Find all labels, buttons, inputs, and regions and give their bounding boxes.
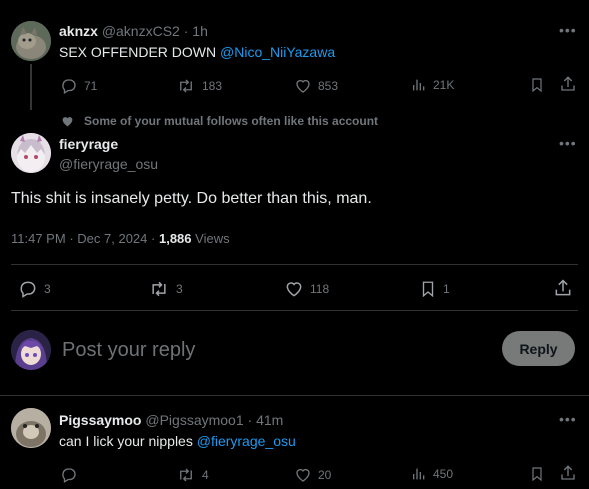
share-button[interactable] [559,75,577,93]
tweet-header: aknzx @aknzxCS2 · 1h [59,23,208,39]
post-time[interactable]: 11:47 PM [11,231,66,246]
like-button[interactable]: 853 [294,77,338,95]
handle[interactable]: @aknzxCS2 [102,23,180,39]
repost-count: 3 [176,282,183,296]
display-name[interactable]: aknzx [59,23,98,39]
more-dots-icon: ••• [559,135,577,151]
repost-icon [148,279,170,299]
display-name[interactable]: fieryrage [59,136,118,152]
share-upload-icon [559,75,577,93]
social-context: Some of your mutual follows often like t… [61,114,378,128]
avatar-fieryrage[interactable] [11,133,51,173]
avatar-current-user[interactable] [11,330,51,370]
display-name[interactable]: Pigssaymoo [59,412,141,428]
heart-filled-icon [61,115,74,128]
share-upload-icon [553,278,573,298]
like-count: 853 [318,79,339,93]
divider [11,310,578,311]
avatar-pigssaymoo[interactable] [11,408,51,448]
handle[interactable]: @fieryrage_osu [59,156,158,172]
separator: · [69,231,74,246]
cat-avatar-image [11,408,51,448]
separator: · [247,412,253,428]
tweet-header: Pigssaymoo @Pigssaymoo1 · 41m [59,412,283,428]
reply-button[interactable]: Reply [502,331,575,366]
repost-button[interactable]: 4 [176,466,209,484]
repost-icon [176,77,196,95]
reply-button[interactable]: 71 [60,77,97,95]
mention-link[interactable]: @fieryrage_osu [197,433,296,449]
analytics-bars-icon [411,77,427,93]
timestamp[interactable]: 41m [256,412,283,428]
repost-icon [176,466,196,484]
user-avatar-image [11,330,51,370]
share-upload-icon [559,464,577,482]
timestamp[interactable]: 1h [192,23,208,39]
handle[interactable]: @Pigssaymoo1 [145,412,243,428]
views-button[interactable]: 21K [411,77,454,93]
views-button[interactable]: 450 [411,466,453,482]
share-button[interactable] [553,278,573,298]
post-date[interactable]: Dec 7, 2024 [77,231,147,246]
tweet-text: can I lick your nipples @fieryrage_osu [59,433,296,449]
bookmark-count: 1 [443,282,450,296]
more-options-button[interactable]: ••• [559,411,577,427]
mention-link[interactable]: @Nico_NiiYazawa [220,44,335,60]
bookmark-icon [419,279,437,299]
share-button[interactable] [559,464,577,482]
reply-bubble-icon [18,279,38,299]
tweet-meta: 11:47 PM · Dec 7, 2024 · 1,886 Views [11,231,230,246]
views-count: 1,886 [158,231,192,246]
reply-button[interactable] [60,466,78,484]
bookmark-button[interactable]: 1 [419,279,450,299]
avatar-aknzx[interactable] [11,21,51,61]
social-context-text: Some of your mutual follows often like t… [84,114,379,128]
like-button[interactable]: 118 [284,279,329,299]
view-count: 450 [433,467,454,481]
analytics-bars-icon [411,466,427,482]
more-dots-icon: ••• [559,22,577,38]
bookmark-button[interactable] [529,76,545,94]
tweet-body: This shit is insanely petty. Do better t… [11,190,372,207]
tweet-body: SEX OFFENDER DOWN [59,44,217,60]
more-dots-icon: ••• [559,411,577,427]
cat-avatar-image [11,21,51,61]
repost-count: 183 [202,79,223,93]
divider [0,395,589,396]
reply-count: 3 [44,282,51,296]
bookmark-button[interactable] [529,465,545,483]
tweet-text: SEX OFFENDER DOWN @Nico_NiiYazawa [59,44,335,60]
repost-button[interactable]: 3 [148,279,183,299]
like-button[interactable]: 20 [294,466,331,484]
bookmark-icon [529,76,545,94]
more-options-button[interactable]: ••• [559,135,577,151]
bookmark-icon [529,465,545,483]
separator: · [183,23,189,39]
views-label: Views [195,231,230,246]
repost-count: 4 [202,468,209,482]
repost-button[interactable]: 183 [176,77,222,95]
reply-button[interactable]: 3 [18,279,51,299]
more-options-button[interactable]: ••• [559,22,577,38]
reply-bubble-icon [60,466,78,484]
divider [11,264,578,265]
thread-line [30,64,32,110]
separator: · [151,231,156,246]
like-count: 118 [310,282,330,296]
reply-count: 71 [84,79,98,93]
heart-icon [294,77,312,95]
like-count: 20 [318,468,332,482]
heart-icon [294,466,312,484]
heart-icon [284,279,304,299]
view-count: 21K [433,78,455,92]
reply-input[interactable]: Post your reply [62,339,195,362]
tweet-body: can I lick your nipples [59,433,193,449]
reply-bubble-icon [60,77,78,95]
anime-avatar-image [11,133,51,173]
